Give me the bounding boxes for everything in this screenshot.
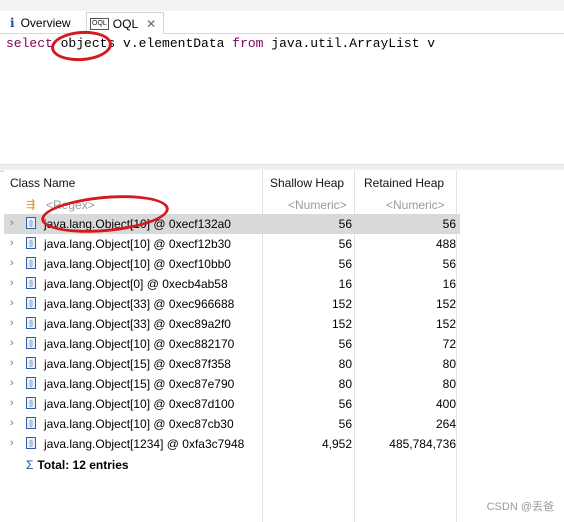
table-row[interactable]: › [] java.lang.Object[10] @ 0xec882170 56 72 [4, 334, 460, 354]
shallow-heap-cell: 152 [331, 317, 352, 331]
shallow-heap-cell: 56 [338, 217, 352, 231]
class-name-cell: java.lang.Object[1234] @ 0xfa3c7948 [44, 437, 245, 451]
object-array-icon: [] [26, 417, 36, 429]
total-label: Total: 12 entries [37, 458, 129, 472]
chevron-right-icon[interactable]: › [10, 357, 14, 369]
object-array-icon: [] [26, 437, 36, 449]
class-name-cell: java.lang.Object[10] @ 0xec882170 [44, 337, 235, 351]
chevron-right-icon[interactable]: › [10, 397, 14, 409]
tab-oql-label: OQL [112, 16, 139, 31]
total-row: Σ Total: 12 entries [26, 458, 129, 472]
table-row[interactable]: › [] java.lang.Object[0] @ 0xecb4ab58 16 16 [4, 274, 460, 294]
object-array-icon: [] [26, 257, 36, 269]
chevron-right-icon[interactable]: › [10, 297, 14, 309]
retained-heap-cell: 80 [442, 377, 456, 391]
class-name-cell: java.lang.Object[10] @ 0xecf10bb0 [44, 257, 231, 271]
object-array-icon: [] [26, 277, 36, 289]
filter-retained[interactable]: <Numeric> [386, 198, 445, 212]
table-row[interactable]: › [] java.lang.Object[33] @ 0xec89a2f0 152 1… [4, 314, 460, 334]
retained-heap-cell: 56 [442, 217, 456, 231]
chevron-right-icon[interactable]: › [10, 237, 14, 249]
shallow-heap-cell: 4,952 [321, 437, 352, 451]
object-array-icon: [] [26, 297, 36, 309]
info-icon: i [10, 16, 15, 30]
regex-filter-icon: ⇶ [26, 199, 36, 211]
table-row[interactable]: › [] java.lang.Object[10] @ 0xec87d100 56 40… [4, 394, 460, 414]
object-array-icon: [] [26, 377, 36, 389]
retained-heap-cell: 485,784,736 [389, 437, 456, 451]
table-row[interactable]: › [] java.lang.Object[10] @ 0xecf12b30 56 48… [4, 234, 460, 254]
oql-icon: OQL [90, 17, 109, 30]
chevron-right-icon[interactable]: › [10, 377, 14, 389]
retained-heap-cell: 80 [442, 357, 456, 371]
shallow-heap-cell: 152 [331, 297, 352, 311]
sum-icon: Σ [26, 458, 34, 472]
chevron-right-icon[interactable]: › [10, 317, 14, 329]
shallow-heap-cell: 80 [338, 357, 352, 371]
retained-heap-cell: 56 [442, 257, 456, 271]
close-icon[interactable]: ✕ [146, 17, 156, 31]
header-class-name[interactable]: Class Name [10, 176, 75, 190]
object-array-icon: [] [26, 357, 36, 369]
chevron-right-icon[interactable]: › [10, 217, 14, 229]
retained-heap-cell: 488 [435, 237, 456, 251]
query-middle: v.elementData [115, 36, 233, 51]
class-name-cell: java.lang.Object[33] @ 0xec966688 [44, 297, 235, 311]
table-row[interactable]: › [] java.lang.Object[15] @ 0xec87f358 80 80 [4, 354, 460, 374]
retained-heap-cell: 152 [435, 297, 456, 311]
shallow-heap-cell: 56 [338, 417, 352, 431]
table-row[interactable]: › [] java.lang.Object[33] @ 0xec966688 152 1… [4, 294, 460, 314]
retained-heap-cell: 72 [442, 337, 456, 351]
object-array-icon: [] [26, 237, 36, 249]
header-retained-heap[interactable]: Retained Heap [364, 176, 444, 190]
class-name-cell: java.lang.Object[10] @ 0xec87d100 [44, 397, 235, 411]
shallow-heap-cell: 56 [338, 337, 352, 351]
tab-overview[interactable]: i Overview [10, 13, 71, 33]
class-name-cell: java.lang.Object[0] @ 0xecb4ab58 [44, 277, 228, 291]
chevron-right-icon[interactable]: › [10, 277, 14, 289]
top-strip [0, 0, 564, 11]
chevron-right-icon[interactable]: › [10, 437, 14, 449]
chevron-right-icon[interactable]: › [10, 337, 14, 349]
object-array-icon: [] [26, 397, 36, 409]
tab-overview-label: Overview [20, 16, 71, 30]
object-array-icon: [] [26, 217, 36, 229]
shallow-heap-cell: 80 [338, 377, 352, 391]
query-rest: java.util.ArrayList v [263, 36, 436, 51]
retained-heap-cell: 400 [435, 397, 456, 411]
tab-oql[interactable]: OQL OQL ✕ [86, 12, 164, 34]
object-array-icon: [] [26, 337, 36, 349]
filter-shallow[interactable]: <Numeric> [288, 198, 347, 212]
table-row[interactable]: › [] java.lang.Object[10] @ 0xec87cb30 56 26… [4, 414, 460, 434]
chevron-right-icon[interactable]: › [10, 417, 14, 429]
results-table: Class Name Shallow Heap Retained Heap ⇶ … [4, 170, 564, 522]
class-name-cell: java.lang.Object[15] @ 0xec87e790 [44, 377, 235, 391]
retained-heap-cell: 152 [435, 317, 456, 331]
keyword-from: from [232, 36, 264, 51]
object-array-icon: [] [26, 317, 36, 329]
watermark: CSDN @丢爸 [486, 501, 554, 513]
retained-heap-cell: 16 [442, 277, 456, 291]
shallow-heap-cell: 56 [338, 397, 352, 411]
shallow-heap-cell: 56 [338, 237, 352, 251]
class-name-cell: java.lang.Object[10] @ 0xecf12b30 [44, 237, 231, 251]
shallow-heap-cell: 56 [338, 257, 352, 271]
table-row[interactable]: › [] java.lang.Object[10] @ 0xecf10bb0 56 56 [4, 254, 460, 274]
keyword-select: select [6, 36, 53, 51]
class-name-cell: java.lang.Object[33] @ 0xec89a2f0 [44, 317, 231, 331]
class-name-cell: java.lang.Object[10] @ 0xec87cb30 [44, 417, 234, 431]
retained-heap-cell: 264 [435, 417, 456, 431]
table-row[interactable]: › [] java.lang.Object[1234] @ 0xfa3c7948 4,… [4, 434, 460, 454]
class-name-cell: java.lang.Object[15] @ 0xec87f358 [44, 357, 231, 371]
header-shallow-heap[interactable]: Shallow Heap [270, 176, 344, 190]
chevron-right-icon[interactable]: › [10, 257, 14, 269]
shallow-heap-cell: 16 [338, 277, 352, 291]
table-row[interactable]: › [] java.lang.Object[15] @ 0xec87e790 80 80 [4, 374, 460, 394]
